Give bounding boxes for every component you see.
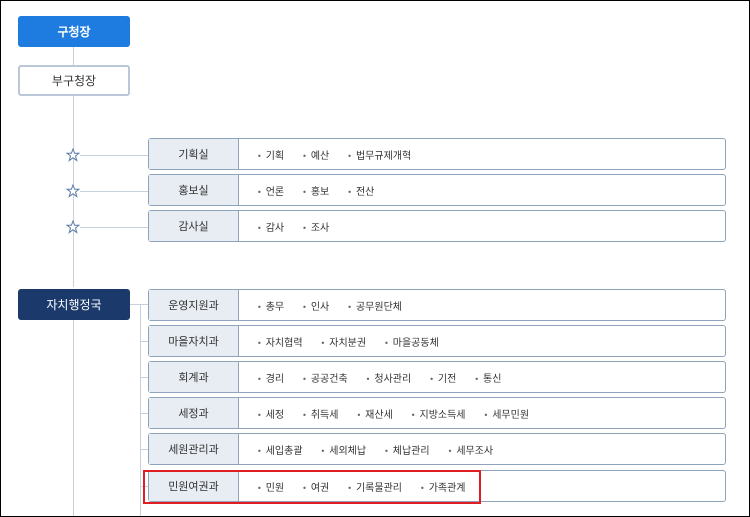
task-item: 기전 [429,370,456,385]
dept-name: 홍보실 [149,175,239,205]
task-item: 마을공동체 [384,334,439,349]
task-item: 전산 [347,183,374,198]
dept-row[interactable]: 세원관리과 세입총괄 세외체납 체납관리 세무조사 [148,433,726,465]
dept-connector [140,449,148,450]
dept-task-list: 세입총괄 세외체납 체납관리 세무조사 [239,434,493,464]
dept-task-list: 경리 공공건축 청사관리 기전 통신 [239,362,502,392]
dept-row[interactable]: 기획실 기획 예산 법무규제개혁 [148,138,726,170]
task-item: 경리 [257,370,284,385]
dept-task-list: 기획 예산 법무규제개혁 [239,139,411,169]
dept-row[interactable]: 회계과 경리 공공건축 청사관리 기전 통신 [148,361,726,393]
bureau-connector [128,304,148,305]
bureau-connector-line [140,304,141,516]
junction-star-icon [66,220,80,234]
office-connector [80,227,148,228]
deputy-mayor-label: 부구청장 [51,74,97,88]
dept-name: 기획실 [149,139,239,169]
dept-row[interactable]: 감사실 감사 조사 [148,210,726,242]
task-item: 세무조사 [448,442,493,457]
task-item: 감사 [257,219,284,234]
task-item: 공무원단체 [347,298,402,313]
dept-name: 감사실 [149,211,239,241]
highlight-box [143,470,481,504]
task-item: 기획 [257,147,284,162]
task-item: 예산 [302,147,329,162]
task-item: 언론 [257,183,284,198]
dept-task-list: 감사 조사 [239,211,330,241]
task-item: 법무규제개혁 [347,147,411,162]
task-item: 세무민원 [484,406,529,421]
task-item: 체납관리 [384,442,430,457]
dept-task-list: 자치협력 자치분권 마을공동체 [239,326,439,356]
dept-task-list: 총무 인사 공무원단체 [239,290,402,320]
task-item: 세입총괄 [257,442,303,457]
dept-connector [140,377,148,378]
task-item: 홍보 [302,183,329,198]
dept-task-list: 세정 취득세 재산세 지방소득세 세무민원 [239,398,529,428]
mayor-box[interactable]: 구청장 [18,16,130,47]
task-item: 통신 [474,370,501,385]
task-item: 청사관리 [366,370,411,385]
mayor-label: 구청장 [57,25,91,39]
task-item: 세정 [257,406,284,421]
office-connector [80,191,148,192]
dept-name: 운영지원과 [149,290,239,320]
dept-row[interactable]: 홍보실 언론 홍보 전산 [148,174,726,206]
task-item: 자치분권 [321,334,366,349]
task-item: 총무 [257,298,284,313]
task-item: 공공건축 [302,370,348,385]
bureau-box[interactable]: 자치행정국 [18,289,130,320]
dept-row[interactable]: 운영지원과 총무 인사 공무원단체 [148,289,726,321]
task-item: 재산세 [356,406,393,421]
dept-connector [140,413,148,414]
task-item: 세외체납 [321,442,366,457]
task-item: 인사 [302,298,329,313]
dept-name: 마을자치과 [149,326,239,356]
office-connector [80,155,148,156]
junction-star-icon [66,184,80,198]
dept-name: 세원관리과 [149,434,239,464]
dept-name: 세정과 [149,398,239,428]
dept-row[interactable]: 세정과 세정 취득세 재산세 지방소득세 세무민원 [148,397,726,429]
junction-star-icon [66,148,80,162]
dept-row[interactable]: 마을자치과 자치협력 자치분권 마을공동체 [148,325,726,357]
task-item: 조사 [302,219,329,234]
task-item: 지방소득세 [411,406,466,421]
dept-connector [140,341,148,342]
dept-name: 회계과 [149,362,239,392]
bureau-label: 자치행정국 [46,298,102,312]
task-item: 자치협력 [257,334,303,349]
task-item: 취득세 [302,406,339,421]
main-connector-line-lower [73,320,74,516]
dept-task-list: 언론 홍보 전산 [239,175,375,205]
deputy-mayor-box[interactable]: 부구청장 [18,65,130,96]
